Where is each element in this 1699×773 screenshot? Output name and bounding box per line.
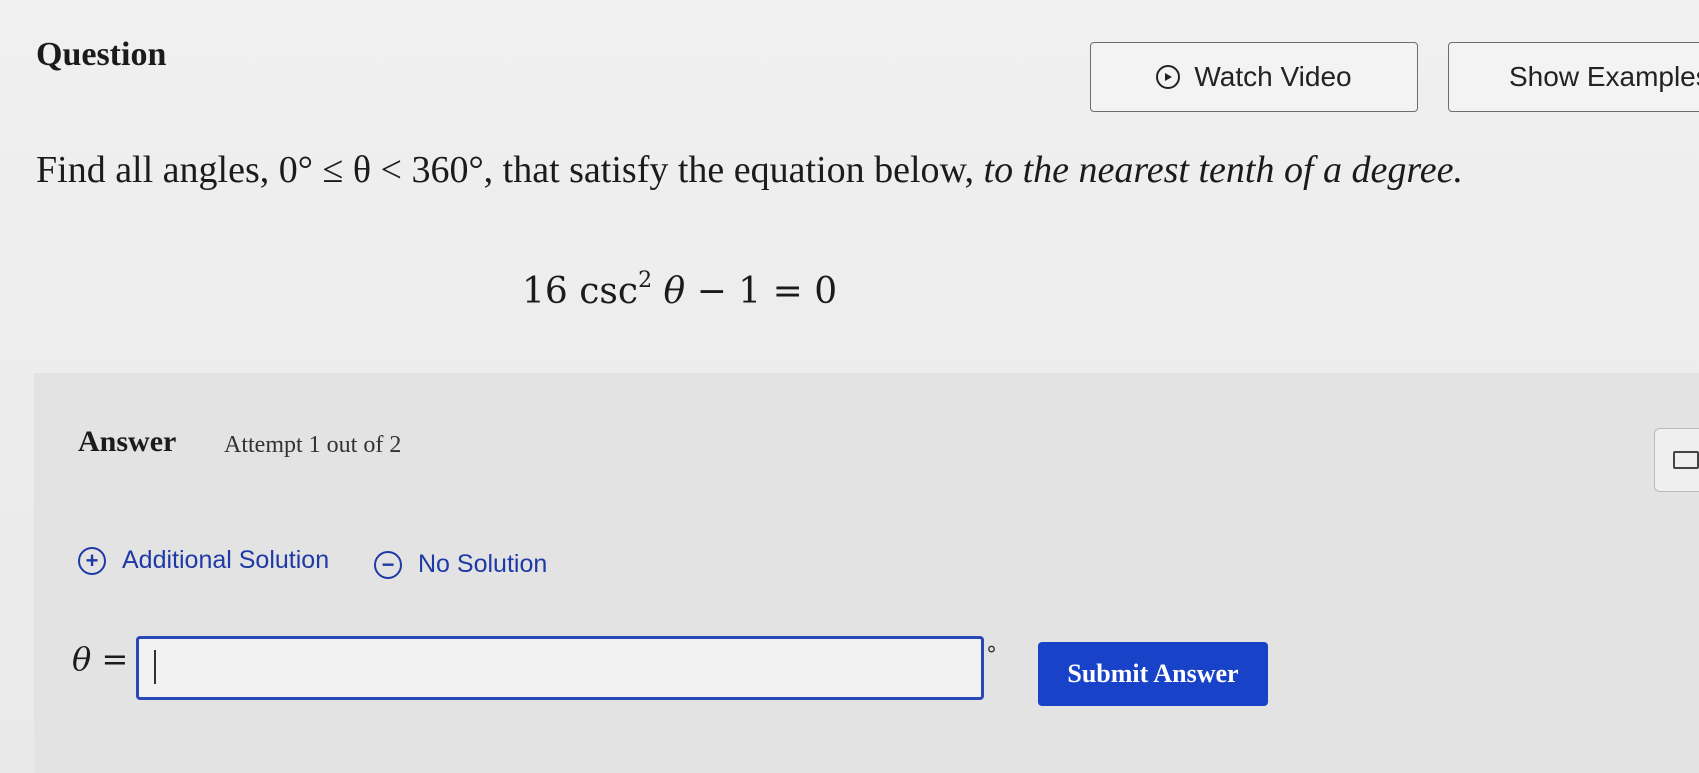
watch-video-label: Watch Video bbox=[1194, 61, 1352, 92]
angle-range: 0° ≤ θ < 360° bbox=[278, 149, 484, 191]
show-examples-label: Show Examples bbox=[1509, 61, 1699, 92]
answer-input[interactable] bbox=[136, 636, 984, 700]
play-circle-icon bbox=[1156, 65, 1181, 89]
degree-symbol: ° bbox=[986, 643, 997, 668]
prompt-text-start: Find all angles, bbox=[36, 149, 279, 191]
theta-symbol: θ bbox=[72, 640, 92, 678]
plus-circle-icon: + bbox=[78, 546, 106, 575]
question-prompt: Find all angles, 0° ≤ θ < 360°, that sat… bbox=[36, 148, 1463, 192]
minus-circle-icon: − bbox=[374, 550, 402, 579]
equation-variable: θ bbox=[663, 271, 686, 312]
additional-solution-label: Additional Solution bbox=[122, 546, 330, 574]
equation-rest: − 1 = 0 bbox=[685, 271, 838, 312]
text-caret bbox=[154, 650, 156, 684]
keyboard-icon[interactable] bbox=[1654, 428, 1699, 492]
question-title: Question bbox=[36, 36, 167, 73]
show-examples-button[interactable]: Show Examples bbox=[1448, 42, 1699, 112]
no-solution-label: No Solution bbox=[418, 550, 548, 578]
prompt-text-middle: , that satisfy the equation below, bbox=[483, 149, 984, 191]
equation-coefficient: 16 csc bbox=[522, 271, 639, 312]
watch-video-button[interactable]: Watch Video bbox=[1090, 42, 1418, 112]
prompt-emphasis: to the nearest tenth of a degree. bbox=[983, 149, 1463, 191]
answer-title: Answer bbox=[78, 425, 177, 458]
submit-answer-button[interactable]: Submit Answer bbox=[1038, 642, 1268, 706]
equation-exponent: 2 bbox=[638, 268, 653, 293]
equation: 16 csc2 θ − 1 = 0 bbox=[522, 268, 837, 312]
equals-sign: = bbox=[91, 640, 129, 678]
no-solution-button[interactable]: − No Solution bbox=[374, 550, 547, 579]
attempt-counter: Attempt 1 out of 2 bbox=[224, 432, 402, 458]
additional-solution-button[interactable]: + Additional Solution bbox=[78, 546, 329, 575]
page: Question Watch Video Show Examples Find … bbox=[0, 0, 1699, 773]
keyboard-glyph bbox=[1673, 451, 1699, 469]
theta-label: θ = bbox=[72, 640, 128, 678]
